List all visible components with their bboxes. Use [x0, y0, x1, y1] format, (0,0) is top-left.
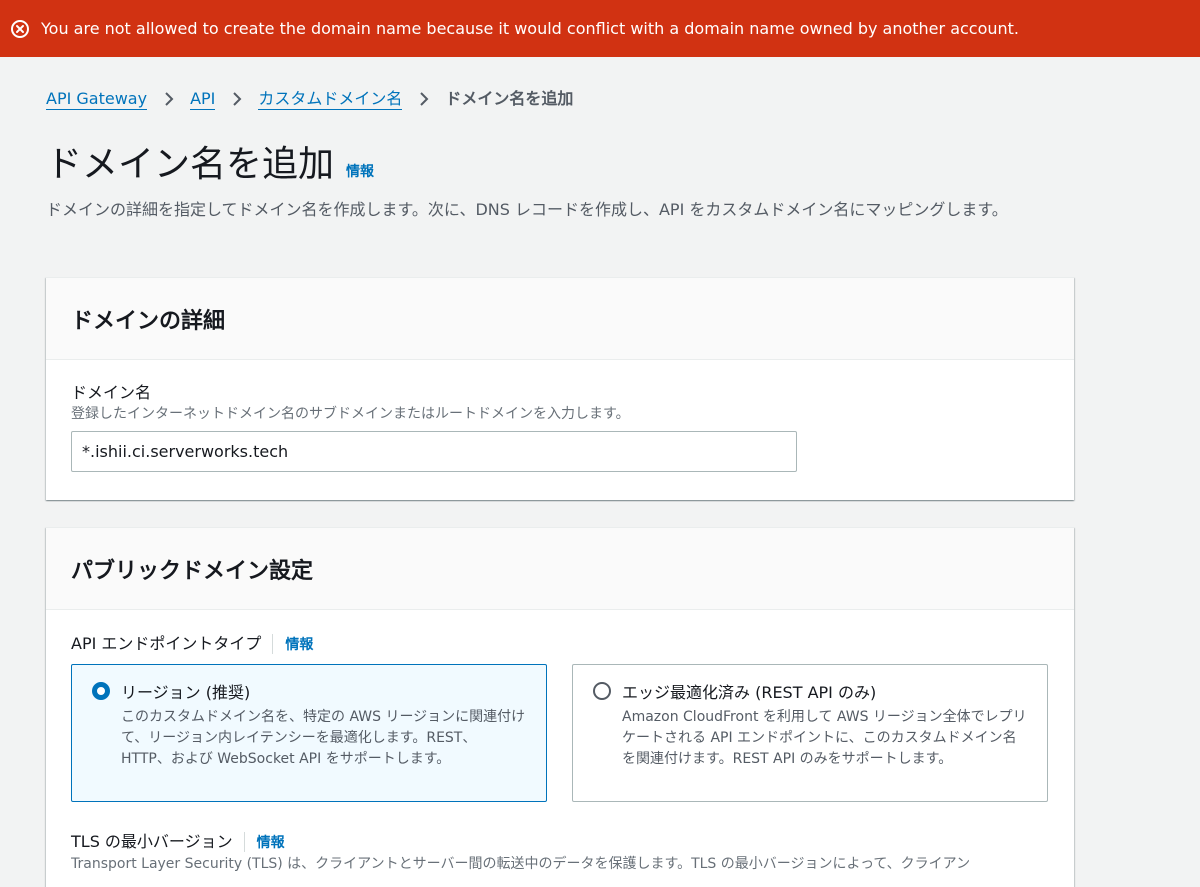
domain-details-panel: ドメインの詳細 ドメイン名 登録したインターネットドメイン名のサブドメインまたは…	[46, 277, 1074, 500]
radio-button-unchecked[interactable]	[593, 682, 611, 700]
domain-name-input[interactable]	[71, 431, 797, 472]
page-title: ドメイン名を追加	[46, 144, 335, 185]
option-title: リージョン (推奨)	[121, 683, 251, 702]
option-title: エッジ最適化済み (REST API のみ)	[622, 683, 877, 702]
tile-title-row: リージョン (推奨)	[92, 679, 526, 703]
page-header: ドメイン名を追加 情報	[46, 142, 374, 188]
tls-info-link[interactable]: 情報	[257, 832, 285, 852]
tls-label: TLS の最小バージョン	[71, 832, 233, 851]
error-message: You are not allowed to create the domain…	[41, 19, 1020, 38]
domain-name-description: 登録したインターネットドメイン名のサブドメインまたはルートドメインを入力します。	[71, 406, 630, 422]
chevron-right-icon	[418, 92, 430, 106]
domain-details-header: ドメインの詳細	[46, 278, 1074, 360]
tile-title-row: エッジ最適化済み (REST API のみ)	[593, 679, 1027, 703]
domain-details-title: ドメインの詳細	[71, 308, 226, 334]
breadcrumb-current: ドメイン名を追加	[445, 89, 574, 108]
public-domain-settings-title: パブリックドメイン設定	[71, 558, 314, 584]
breadcrumb: API Gateway API カスタムドメイン名 ドメイン名を追加	[46, 86, 573, 112]
breadcrumb-link-custom-domain-names[interactable]: カスタムドメイン名	[258, 89, 403, 110]
domain-name-label: ドメイン名	[71, 383, 152, 402]
public-domain-settings-panel: パブリックドメイン設定 API エンドポイントタイプ 情報 リージョン (推奨)…	[46, 527, 1074, 887]
label-divider	[243, 832, 245, 852]
option-description: このカスタムドメイン名を、特定の AWS リージョンに関連付けて、リージョン内レ…	[121, 709, 526, 767]
endpoint-type-option-edge-optimized[interactable]: エッジ最適化済み (REST API のみ) Amazon CloudFront…	[572, 664, 1048, 802]
tls-description: Transport Layer Security (TLS) は、クライアントと…	[71, 856, 971, 872]
endpoint-type-info-link[interactable]: 情報	[285, 634, 313, 654]
error-banner: You are not allowed to create the domain…	[0, 0, 1200, 57]
tls-section: TLS の最小バージョン 情報 Transport Layer Security…	[71, 830, 1049, 874]
public-domain-settings-body: API エンドポイントタイプ 情報 リージョン (推奨) このカスタムドメイン名…	[46, 610, 1074, 874]
endpoint-type-label-row: API エンドポイントタイプ 情報	[71, 632, 1049, 656]
public-domain-settings-header: パブリックドメイン設定	[46, 528, 1074, 610]
radio-button-checked[interactable]	[92, 682, 110, 700]
page-info-link[interactable]: 情報	[346, 161, 374, 181]
breadcrumb-link-api-gateway[interactable]: API Gateway	[46, 89, 148, 110]
endpoint-type-tiles: リージョン (推奨) このカスタムドメイン名を、特定の AWS リージョンに関連…	[71, 664, 1049, 802]
domain-details-body: ドメイン名 登録したインターネットドメイン名のサブドメインまたはルートドメインを…	[46, 360, 1074, 472]
endpoint-type-label: API エンドポイントタイプ	[71, 634, 262, 653]
error-circle-x-icon	[10, 19, 30, 39]
page-description: ドメインの詳細を指定してドメイン名を作成します。次に、DNS レコードを作成し、…	[46, 200, 1008, 219]
chevron-right-icon	[163, 92, 175, 106]
endpoint-type-option-regional[interactable]: リージョン (推奨) このカスタムドメイン名を、特定の AWS リージョンに関連…	[71, 664, 547, 802]
tls-label-row: TLS の最小バージョン 情報	[71, 830, 1049, 854]
option-description: Amazon CloudFront を利用して AWS リージョン全体でレプリケ…	[622, 709, 1027, 767]
chevron-right-icon	[231, 92, 243, 106]
breadcrumb-link-api[interactable]: API	[190, 89, 216, 110]
label-divider	[272, 634, 274, 654]
